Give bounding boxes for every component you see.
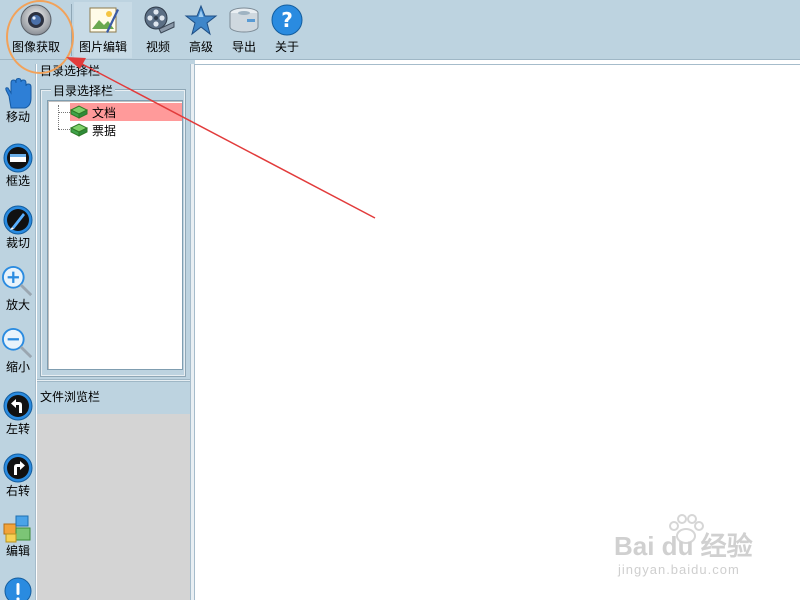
edit-blocks-icon [2, 512, 34, 544]
camera-icon [18, 2, 54, 38]
select-tool[interactable]: 框选 [0, 142, 36, 188]
edit-tool[interactable]: 编辑 [0, 512, 36, 558]
film-reel-icon [140, 2, 176, 38]
export-button[interactable]: 导出 [224, 2, 264, 58]
star-icon [183, 2, 219, 38]
main-toolbar: 图像获取 图片编辑 视频 高级 导出 ? 关于 [0, 0, 800, 60]
book-icon [70, 122, 88, 138]
tree-item-receipts[interactable]: 票据 [70, 121, 116, 139]
video-label: 视频 [145, 40, 170, 54]
crop-icon [2, 204, 34, 236]
info-tool[interactable] [0, 572, 36, 600]
zoom-in-label: 放大 [5, 298, 30, 312]
select-label: 框选 [5, 174, 30, 188]
image-acquire-label: 图像获取 [11, 40, 60, 54]
zoom-out-tool[interactable]: 缩小 [0, 328, 36, 374]
crop-tool[interactable]: 裁切 [0, 204, 36, 250]
hand-icon [2, 78, 34, 110]
advanced-button[interactable]: 高级 [182, 2, 220, 58]
tree-line [58, 129, 70, 130]
watermark-sub: jingyan.baidu.com [618, 562, 740, 577]
about-label: 关于 [274, 40, 299, 54]
file-browse-area[interactable] [37, 414, 190, 600]
info-icon [2, 572, 34, 600]
rotate-right-icon [2, 452, 34, 484]
file-browse-title: 文件浏览栏 [40, 390, 101, 404]
panel-splitter[interactable] [37, 379, 190, 382]
left-tool-strip: 移动 框选 裁切 放大 缩小 左转 右转 编辑 [0, 64, 36, 600]
image-acquire-button[interactable]: 图像获取 [4, 2, 68, 58]
tree-item-label: 票据 [92, 123, 117, 138]
disk-export-icon [226, 2, 262, 38]
directory-panel-title: 目录选择栏 [40, 64, 101, 78]
image-edit-label: 图片编辑 [78, 40, 127, 54]
about-button[interactable]: ? 关于 [268, 2, 306, 58]
tree-item-label: 文档 [92, 105, 117, 120]
rotate-left-icon [2, 390, 34, 422]
image-edit-icon [85, 2, 121, 38]
book-icon [70, 104, 88, 120]
rotate-left-label: 左转 [5, 422, 30, 436]
select-rect-icon [2, 142, 34, 174]
export-label: 导出 [231, 40, 256, 54]
zoom-in-tool[interactable]: 放大 [0, 266, 36, 312]
rotate-right-label: 右转 [5, 484, 30, 498]
tree-line [58, 112, 70, 113]
rotate-left-tool[interactable]: 左转 [0, 390, 36, 436]
svg-text:?: ? [281, 8, 293, 32]
zoom-out-label: 缩小 [5, 360, 30, 374]
video-button[interactable]: 视频 [138, 2, 178, 58]
rotate-right-tool[interactable]: 右转 [0, 452, 36, 498]
watermark: Bai du 经验 jingyan.baidu.com [612, 512, 762, 582]
directory-groupbox-legend: 目录选择栏 [51, 84, 116, 98]
zoom-out-icon [2, 328, 34, 360]
move-tool[interactable]: 移动 [0, 78, 36, 124]
zoom-in-icon [2, 266, 34, 298]
toolbar-separator [71, 4, 72, 56]
file-browse-header: 文件浏览栏 [37, 384, 190, 414]
image-edit-button[interactable]: 图片编辑 [74, 2, 132, 58]
advanced-label: 高级 [188, 40, 213, 54]
help-icon: ? [269, 2, 305, 38]
directory-tree[interactable]: 文档 票据 [47, 100, 183, 370]
edit-label: 编辑 [5, 544, 30, 558]
tree-item-documents[interactable]: 文档 [70, 103, 182, 121]
crop-label: 裁切 [5, 236, 30, 250]
tree-line [58, 105, 59, 129]
move-label: 移动 [5, 110, 30, 124]
watermark-main: Bai du 经验 [614, 531, 753, 561]
